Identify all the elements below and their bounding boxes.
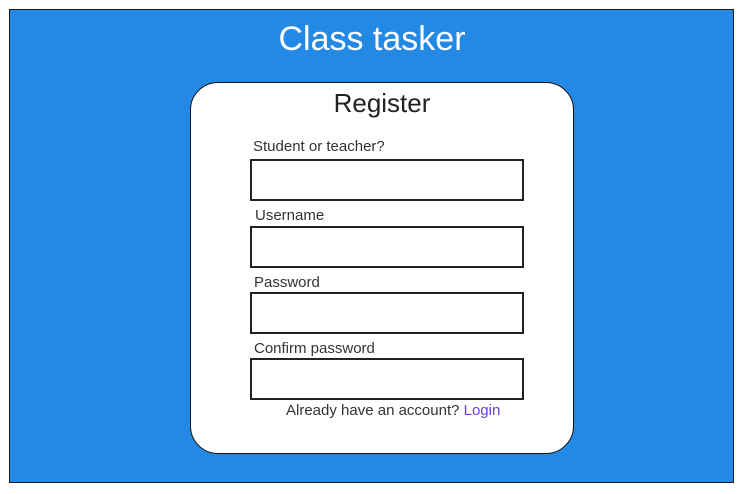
password-label: Password (254, 274, 320, 291)
register-title: Register (333, 88, 431, 118)
login-link[interactable]: Login (464, 402, 501, 419)
confirm-password-label: Confirm password (254, 340, 375, 357)
role-input[interactable] (250, 159, 524, 201)
username-label: Username (255, 207, 325, 224)
login-prompt-text: Already have an account? (286, 402, 460, 419)
confirm-password-input[interactable] (250, 358, 524, 400)
username-input[interactable] (250, 226, 524, 268)
password-input[interactable] (250, 292, 524, 334)
login-prompt: Already have an account? Login (286, 403, 500, 418)
app-title: Class tasker (278, 20, 466, 58)
role-label: Student or teacher? (253, 138, 385, 155)
